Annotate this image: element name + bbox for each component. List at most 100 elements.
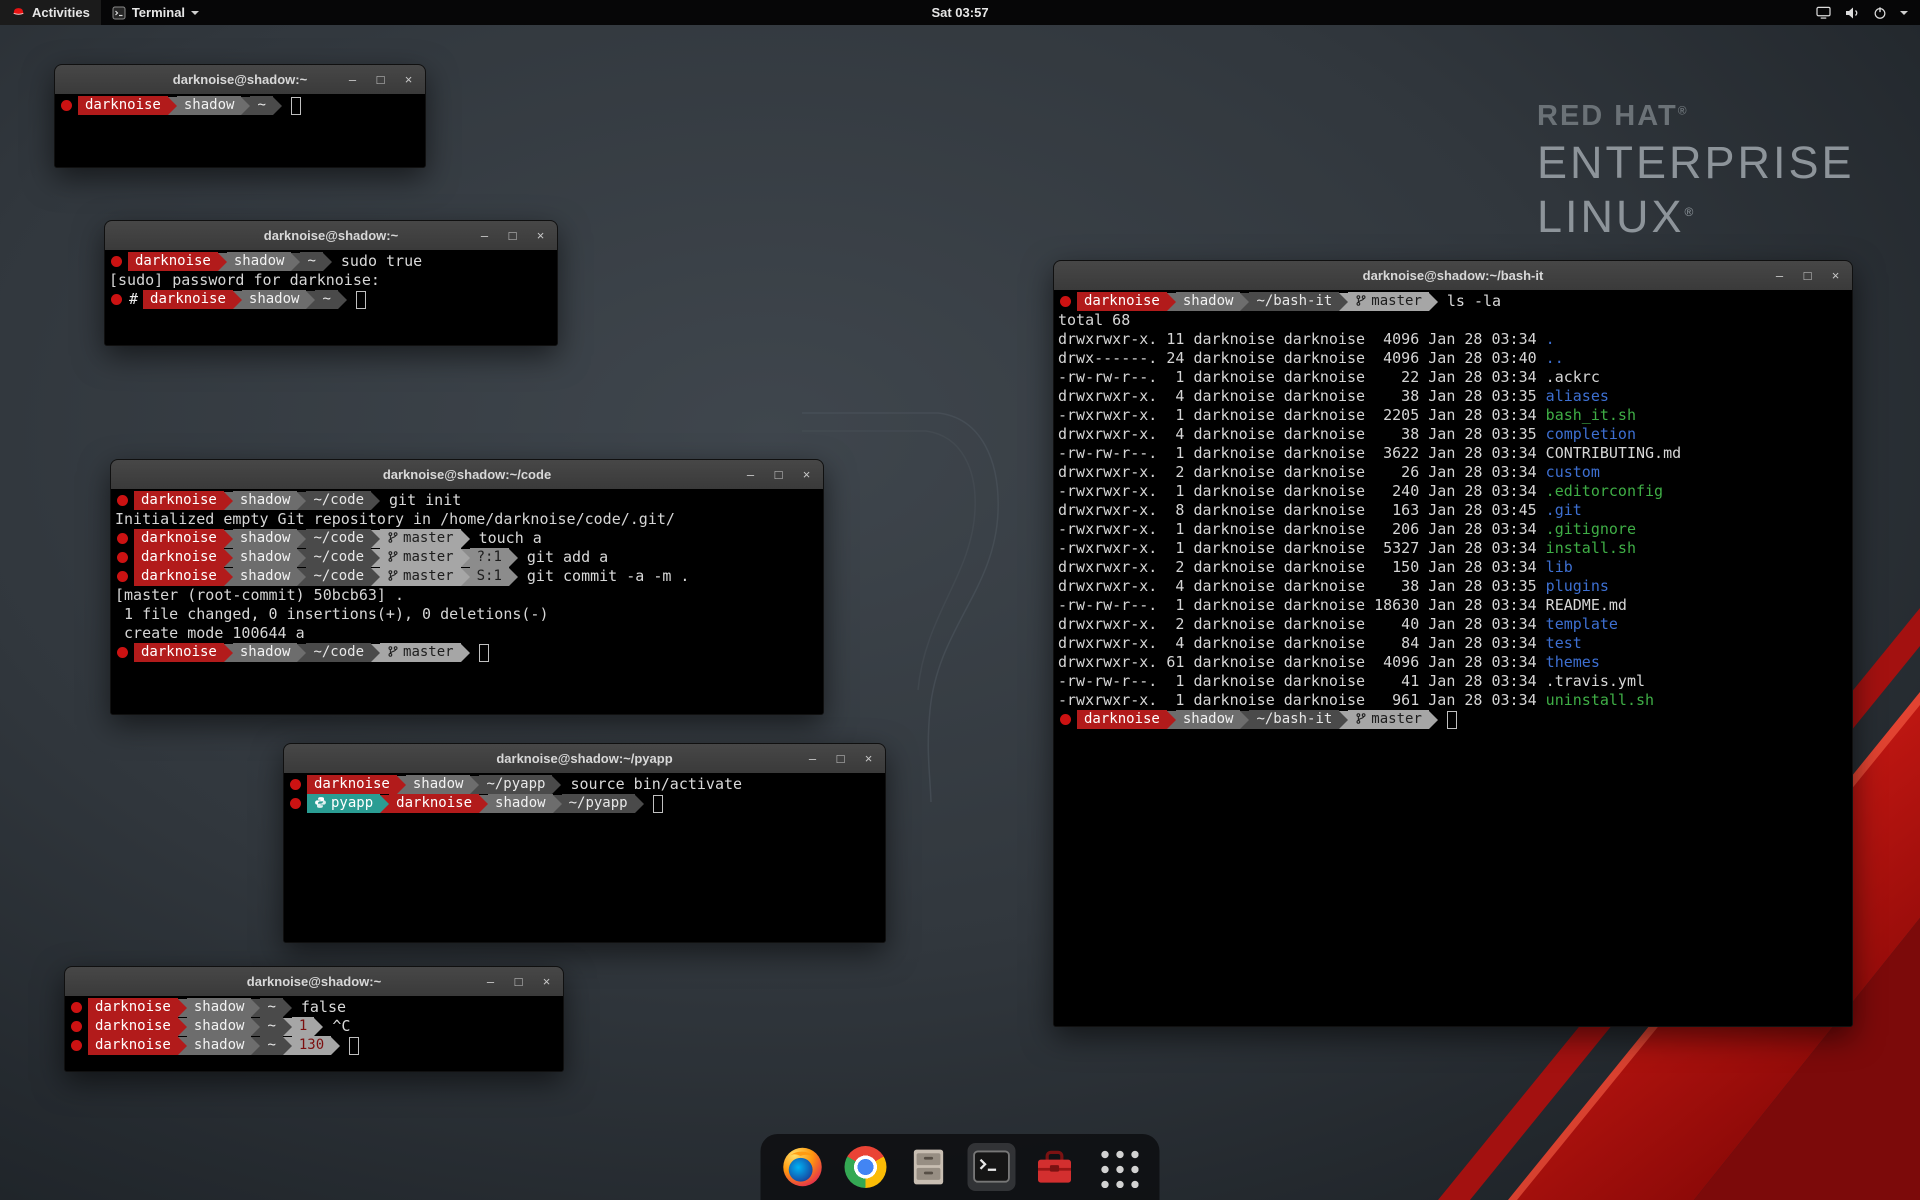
minimize-button[interactable]: – (1773, 268, 1786, 283)
file-name: CONTRIBUTING.md (1546, 444, 1681, 462)
top-bar: Activities Terminal Sat 03:57 (0, 0, 1920, 25)
rhel-watermark: RED HAT® ENTERPRISE LINUX® (1537, 100, 1855, 243)
ls-meta: -rw-rw-r--. 1 darknoise darknoise 18630 … (1058, 596, 1546, 614)
maximize-button[interactable]: □ (512, 974, 525, 989)
terminal-content[interactable]: darknoiseshadow~/pyappsource bin/activat… (284, 773, 885, 942)
titlebar[interactable]: darknoise@shadow:~/bash-it – □ × (1054, 261, 1852, 291)
powerline-separator-icon (1240, 711, 1249, 729)
powerline-separator-icon (178, 999, 187, 1017)
file-name: .gitignore (1546, 520, 1636, 538)
titlebar[interactable]: darknoise@shadow:~ – □ × (105, 221, 557, 251)
powerline-separator-icon (371, 530, 380, 548)
terminal-icon[interactable] (968, 1143, 1016, 1191)
maximize-button[interactable]: □ (772, 467, 785, 482)
powerline-separator-icon (241, 97, 250, 115)
close-button[interactable]: × (1829, 268, 1842, 283)
app-menu-terminal[interactable]: Terminal (101, 0, 210, 25)
prompt-line: darknoiseshadow~/codemasterS:1git commit… (115, 567, 819, 586)
app-menu-label: Terminal (132, 5, 185, 20)
powerline-separator-icon (323, 253, 332, 271)
volume-icon (1844, 6, 1860, 20)
minimize-button[interactable]: – (744, 467, 757, 482)
terminal-cursor (291, 97, 301, 115)
prompt-segment-user: darknoise (1077, 710, 1167, 729)
file-name: README.md (1546, 596, 1627, 614)
ls-row: -rwxrwxr-x. 1 darknoise darknoise 2205 J… (1058, 406, 1848, 425)
ls-row: -rw-rw-r--. 1 darknoise darknoise 41 Jan… (1058, 672, 1848, 691)
file-name: custom (1546, 463, 1600, 481)
redhat-prompt-icon (117, 571, 128, 582)
minimize-button[interactable]: – (346, 72, 359, 87)
file-name: lib (1546, 558, 1573, 576)
ls-row: drwxrwxr-x. 8 darknoise darknoise 163 Ja… (1058, 501, 1848, 520)
command-text: git init (380, 491, 461, 510)
output-line: total 68 (1058, 311, 1848, 330)
close-button[interactable]: × (862, 751, 875, 766)
prompt-segment-path: ~/pyapp (562, 794, 635, 813)
ls-meta: drwxrwxr-x. 4 darknoise darknoise 38 Jan… (1058, 425, 1546, 443)
chrome-icon[interactable] (842, 1143, 890, 1191)
ls-meta: -rwxrwxr-x. 1 darknoise darknoise 240 Ja… (1058, 482, 1546, 500)
chevron-down-icon (1900, 11, 1908, 19)
registered-mark: ® (1678, 103, 1689, 117)
terminal-content[interactable]: darknoiseshadow~falsedarknoiseshadow~1^C… (65, 996, 563, 1071)
ls-meta: drwxrwxr-x. 2 darknoise darknoise 150 Ja… (1058, 558, 1546, 576)
powerline-separator-icon (552, 776, 561, 794)
terminal-window-sudo[interactable]: darknoise@shadow:~ – □ × darknoiseshadow… (104, 220, 558, 346)
ls-meta: -rwxrwxr-x. 1 darknoise darknoise 961 Ja… (1058, 691, 1546, 709)
firefox-icon[interactable] (779, 1143, 827, 1191)
powerline-separator-icon (306, 291, 315, 309)
maximize-button[interactable]: □ (374, 72, 387, 87)
titlebar[interactable]: darknoise@shadow:~ – □ × (65, 967, 563, 997)
terminal-window-bash-it[interactable]: darknoise@shadow:~/bash-it – □ × darknoi… (1053, 260, 1853, 1027)
terminal-window-home-1[interactable]: darknoise@shadow:~ – □ × darknoiseshadow… (54, 64, 426, 168)
minimize-button[interactable]: – (806, 751, 819, 766)
minimize-button[interactable]: – (478, 228, 491, 243)
powerline-separator-icon (380, 795, 389, 813)
powerline-separator-icon (371, 568, 380, 586)
redhat-prompt-icon (117, 495, 128, 506)
terminal-window-code[interactable]: darknoise@shadow:~/code – □ × darknoises… (110, 459, 824, 715)
terminal-content[interactable]: darknoiseshadow~/codegit initInitialized… (111, 489, 823, 714)
terminal-content[interactable]: darknoiseshadow~/bash-itmasterls -latota… (1054, 290, 1852, 1026)
maximize-button[interactable]: □ (506, 228, 519, 243)
file-name: .travis.yml (1546, 672, 1645, 690)
ls-meta: -rwxrwxr-x. 1 darknoise darknoise 5327 J… (1058, 539, 1546, 557)
app-grid-icon[interactable] (1094, 1143, 1142, 1191)
prompt-segment-path: ~/pyapp (479, 775, 552, 794)
redhat-prompt-icon (71, 1002, 82, 1013)
maximize-button[interactable]: □ (834, 751, 847, 766)
files-icon[interactable] (905, 1143, 953, 1191)
titlebar[interactable]: darknoise@shadow:~/pyapp – □ × (284, 744, 885, 774)
close-button[interactable]: × (800, 467, 813, 482)
maximize-button[interactable]: □ (1801, 268, 1814, 283)
toolbox-icon[interactable] (1031, 1143, 1079, 1191)
close-button[interactable]: × (402, 72, 415, 87)
clock[interactable]: Sat 03:57 (921, 0, 998, 25)
terminal-content[interactable]: darknoiseshadow~ (55, 94, 425, 167)
terminal-cursor (1447, 711, 1457, 729)
prompt-segment-status: S:1 (470, 567, 509, 586)
terminal-cursor (356, 291, 366, 309)
terminal-content[interactable]: darknoiseshadow~sudo true[sudo] password… (105, 250, 557, 345)
prompt-segment-path: ~ (260, 998, 282, 1017)
powerline-separator-icon (178, 1018, 187, 1036)
powerline-separator-icon (251, 1037, 260, 1055)
titlebar[interactable]: darknoise@shadow:~ – □ × (55, 65, 425, 95)
activities-button[interactable]: Activities (0, 0, 101, 25)
terminal-window-pyapp[interactable]: darknoise@shadow:~/pyapp – □ × darknoise… (283, 743, 886, 943)
prompt-segment-path: ~/bash-it (1249, 710, 1339, 729)
powerline-separator-icon (397, 776, 406, 794)
prompt-segment-user: darknoise (134, 491, 224, 510)
file-name: .git (1546, 501, 1582, 519)
minimize-button[interactable]: – (484, 974, 497, 989)
titlebar[interactable]: darknoise@shadow:~/code – □ × (111, 460, 823, 490)
system-status-area[interactable] (1804, 0, 1920, 25)
close-button[interactable]: × (534, 228, 547, 243)
close-button[interactable]: × (540, 974, 553, 989)
terminal-window-home-2[interactable]: darknoise@shadow:~ – □ × darknoiseshadow… (64, 966, 564, 1072)
powerline-separator-icon (371, 549, 380, 567)
powerline-separator-icon (461, 530, 470, 548)
prompt-segment-user: darknoise (143, 290, 233, 309)
powerline-separator-icon (283, 999, 292, 1017)
